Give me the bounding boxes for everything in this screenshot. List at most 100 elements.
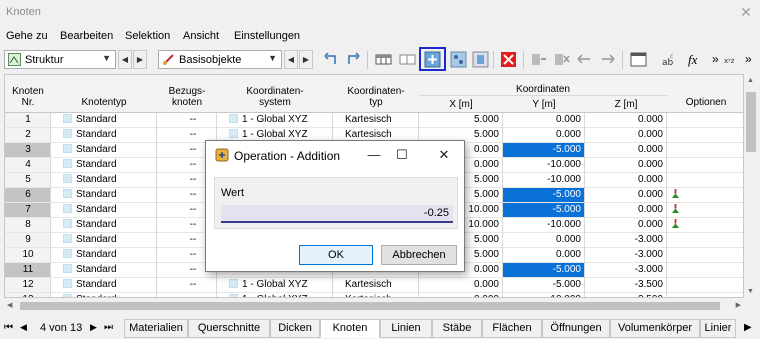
multiply-icon[interactable]: [450, 51, 467, 68]
cell-z[interactable]: 0.000: [585, 173, 667, 187]
cell-nr[interactable]: 1: [5, 113, 51, 127]
menu-ansicht[interactable]: Ansicht: [183, 30, 219, 42]
cell-optionen[interactable]: [667, 248, 743, 262]
scroll-left-icon[interactable]: ◀: [7, 301, 12, 309]
cell-x[interactable]: 0.000: [419, 293, 503, 297]
object-combo[interactable]: Basisobjekte ▼: [158, 50, 282, 69]
delete-icon[interactable]: [500, 51, 517, 68]
header-koordinatentyp[interactable]: Koordinaten- typ: [333, 86, 419, 108]
delete-row-icon[interactable]: [553, 51, 570, 68]
prev-button[interactable]: ◀: [118, 50, 132, 69]
more-toolbar-1[interactable]: »: [712, 52, 719, 66]
value-input[interactable]: -0.25: [221, 205, 453, 223]
divide-icon[interactable]: [472, 51, 489, 68]
cell-optionen[interactable]: [667, 113, 743, 127]
table-view-icon[interactable]: [375, 51, 392, 68]
formula-button[interactable]: fx: [688, 52, 697, 68]
cell-optionen[interactable]: [667, 188, 743, 202]
cell-z[interactable]: 0.000: [585, 188, 667, 202]
header-koordinatensystem[interactable]: Koordinaten- system: [217, 86, 333, 108]
cell-bezugsknoten[interactable]: --: [157, 113, 217, 127]
cell-optionen[interactable]: [667, 203, 743, 217]
menu-selektion[interactable]: Selektion: [125, 30, 170, 42]
cell-y[interactable]: -10.000: [503, 173, 585, 187]
next-button-2[interactable]: ▶: [299, 50, 313, 69]
cell-y[interactable]: -5.000: [503, 263, 585, 277]
cell-y[interactable]: 0.000: [503, 248, 585, 262]
cell-y[interactable]: -5.000: [503, 143, 585, 157]
cell-optionen[interactable]: [667, 278, 743, 292]
insert-row-icon[interactable]: [530, 51, 547, 68]
cell-z[interactable]: 0.000: [585, 158, 667, 172]
cell-optionen[interactable]: [667, 158, 743, 172]
horizontal-scroll-thumb[interactable]: [20, 302, 720, 310]
cell-koordinatensystem[interactable]: 1 - Global XYZ: [217, 113, 333, 127]
header-bezugsknoten[interactable]: Bezugs- knoten: [157, 86, 217, 108]
table-row[interactable]: 13 Standard -- 1 - Global XYZ Kartesisch 0.00…: [5, 293, 743, 297]
cell-knotentyp[interactable]: Standard: [51, 143, 157, 157]
window-layout-icon[interactable]: [630, 51, 647, 68]
header-y[interactable]: Y [m]: [503, 99, 585, 110]
cell-nr[interactable]: 6: [5, 188, 51, 202]
undo-icon[interactable]: [323, 51, 340, 68]
add-operation-button[interactable]: [419, 47, 446, 71]
tab-dicken[interactable]: Dicken: [270, 319, 320, 338]
cell-koordinatensystem[interactable]: 1 - Global XYZ: [217, 278, 333, 292]
cell-z[interactable]: -3.500: [585, 293, 667, 297]
more-toolbar-2[interactable]: »: [745, 52, 752, 66]
menu-gehe-zu[interactable]: Gehe zu: [6, 30, 48, 42]
cell-z[interactable]: 0.000: [585, 218, 667, 232]
window-close-button[interactable]: ✕: [738, 4, 754, 20]
menu-bearbeiten[interactable]: Bearbeiten: [60, 30, 113, 42]
cell-z[interactable]: 0.000: [585, 143, 667, 157]
cell-knotentyp[interactable]: Standard: [51, 233, 157, 247]
columns-icon[interactable]: [399, 51, 416, 68]
cell-y[interactable]: 0.000: [503, 113, 585, 127]
cell-optionen[interactable]: [667, 293, 743, 297]
cell-x[interactable]: 5.000: [419, 113, 503, 127]
move-right-icon[interactable]: [599, 51, 616, 68]
scroll-right-icon[interactable]: ▶: [736, 301, 741, 309]
cell-nr[interactable]: 9: [5, 233, 51, 247]
cell-bezugsknoten[interactable]: --: [157, 293, 217, 297]
cell-knotentyp[interactable]: Standard: [51, 293, 157, 297]
tab-volumenkoerper[interactable]: Volumenkörper: [610, 319, 700, 338]
cell-y[interactable]: -10.000: [503, 293, 585, 297]
dialog-close-button[interactable]: ✕: [434, 145, 454, 165]
next-page-icon[interactable]: ▶: [90, 322, 97, 333]
cell-koordinatensystem[interactable]: 1 - Global XYZ: [217, 293, 333, 297]
table-row[interactable]: 1 Standard -- 1 - Global XYZ Kartesisch 5.000…: [5, 113, 743, 128]
cell-z[interactable]: 0.000: [585, 203, 667, 217]
tab-flaechen[interactable]: Flächen: [482, 319, 542, 338]
cell-knotentyp[interactable]: Standard: [51, 113, 157, 127]
cell-nr[interactable]: 5: [5, 173, 51, 187]
tab-knoten[interactable]: Knoten: [320, 319, 380, 338]
next-button[interactable]: ▶: [133, 50, 147, 69]
cell-nr[interactable]: 2: [5, 128, 51, 142]
cell-optionen[interactable]: [667, 233, 743, 247]
header-optionen[interactable]: Optionen: [667, 97, 743, 108]
cell-optionen[interactable]: [667, 173, 743, 187]
cell-knotentyp[interactable]: Standard: [51, 278, 157, 292]
cell-y[interactable]: 0.000: [503, 233, 585, 247]
tab-linien[interactable]: Linien: [380, 319, 432, 338]
tabs-scroll-right-icon[interactable]: ▶: [744, 322, 752, 333]
cell-y[interactable]: -10.000: [503, 218, 585, 232]
header-x[interactable]: X [m]: [419, 99, 503, 110]
cell-bezugsknoten[interactable]: --: [157, 278, 217, 292]
cell-koordinatentyp[interactable]: Kartesisch: [333, 293, 419, 297]
cell-nr[interactable]: 13: [5, 293, 51, 297]
cell-nr[interactable]: 4: [5, 158, 51, 172]
tab-oeffnungen[interactable]: Öffnungen: [542, 319, 610, 338]
cell-knotentyp[interactable]: Standard: [51, 128, 157, 142]
cell-optionen[interactable]: [667, 128, 743, 142]
dialog-minimize-button[interactable]: —: [364, 145, 384, 165]
tab-linien-2[interactable]: Linier: [700, 319, 736, 338]
export-icon[interactable]: xʸz: [724, 51, 741, 68]
dialog-maximize-button[interactable]: ☐: [392, 145, 412, 165]
cell-x[interactable]: 0.000: [419, 278, 503, 292]
cell-knotentyp[interactable]: Standard: [51, 263, 157, 277]
structure-combo[interactable]: Struktur ▼: [4, 50, 116, 69]
vertical-scrollbar[interactable]: ▲ ▼: [744, 74, 758, 298]
sort-icon[interactable]: abc: [661, 51, 678, 68]
